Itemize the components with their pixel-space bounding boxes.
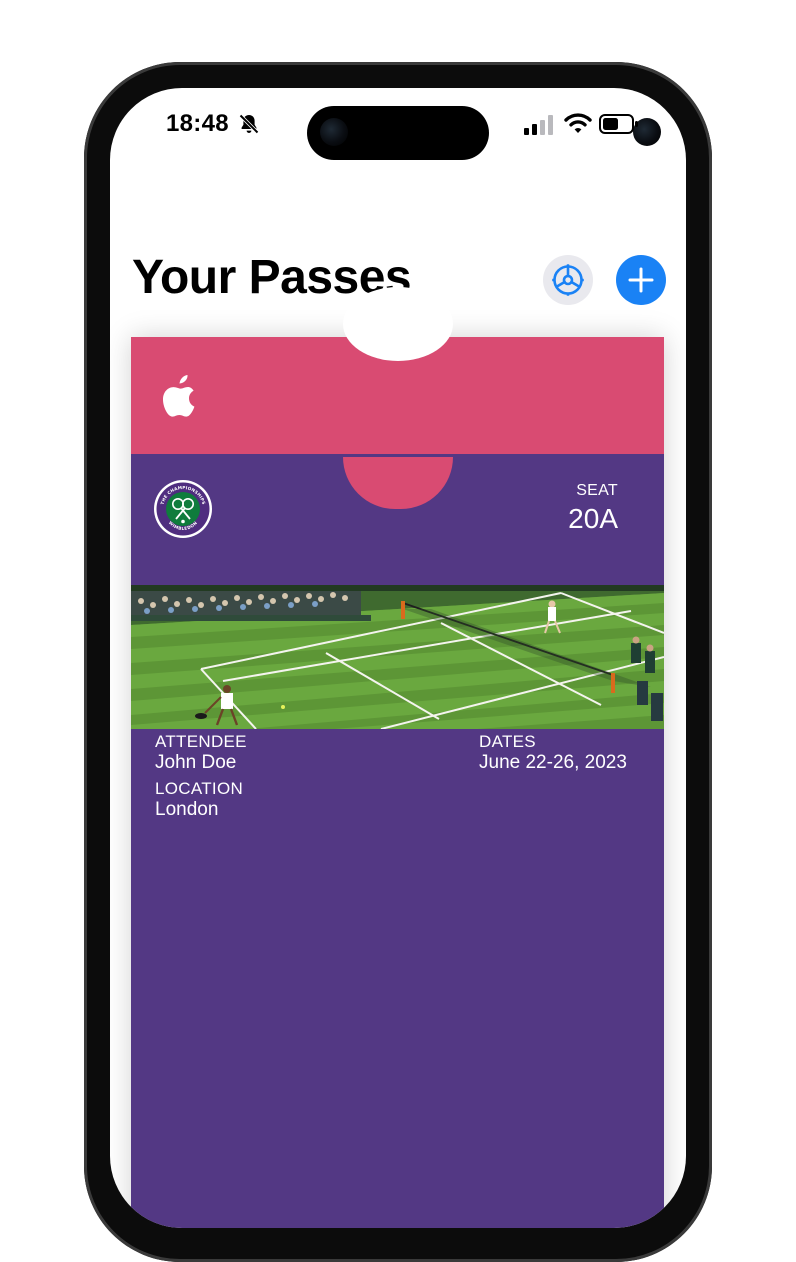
plus-icon <box>628 267 654 293</box>
wifi-icon <box>564 113 592 133</box>
gear-icon <box>552 264 584 296</box>
dates-value: June 22-26, 2023 <box>479 752 627 773</box>
location-label: LOCATION <box>155 779 244 798</box>
front-camera-lens <box>320 118 348 146</box>
attendee-value: John Doe <box>155 752 237 773</box>
pass-header <box>131 287 664 457</box>
apple-logo-icon <box>163 375 195 417</box>
phone-screen: 18:48 Your Passes THE CHAMPIONSHIPS WIMB… <box>110 88 686 1228</box>
bell-slash-icon <box>239 114 259 134</box>
add-pass-button[interactable] <box>616 255 666 305</box>
attendee-label: ATTENDEE <box>155 732 247 751</box>
status-bar: 18:48 <box>110 88 686 160</box>
event-pass-card[interactable]: THE CHAMPIONSHIPS WIMBLEDON SEAT 20A ATT… <box>131 287 664 1228</box>
seat-value: 20A <box>568 503 618 534</box>
wimbledon-logo-icon: THE CHAMPIONSHIPS WIMBLEDON <box>154 480 212 538</box>
battery-icon <box>599 114 638 134</box>
tennis-court-image <box>131 585 664 729</box>
seat-label: SEAT <box>576 482 618 499</box>
location-value: London <box>155 799 219 820</box>
status-time: 18:48 <box>166 110 229 137</box>
pass-notch <box>343 287 453 361</box>
spectator-crowd <box>131 591 371 621</box>
pass-body <box>131 454 664 1228</box>
settings-button[interactable] <box>543 255 593 305</box>
dates-label: DATES <box>479 732 536 751</box>
cellular-signal-icon <box>524 115 553 135</box>
dynamic-island <box>307 106 661 160</box>
